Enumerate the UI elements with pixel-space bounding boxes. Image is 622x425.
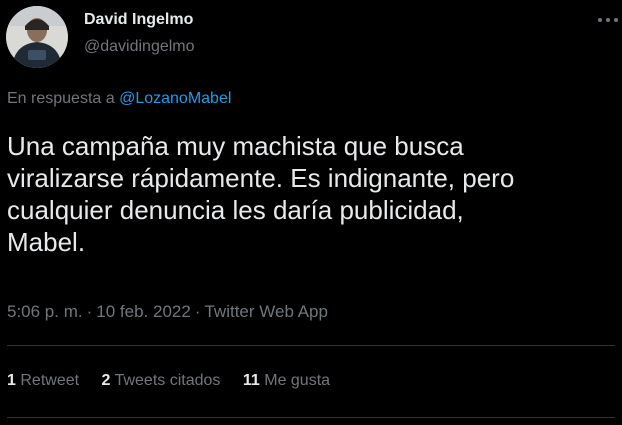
reply-mention-link[interactable]: @LozanoMabel: [119, 90, 231, 107]
likes-count: 11: [242, 372, 260, 389]
tweet-detail: David Ingelmo @davidingelmo En respuesta…: [0, 0, 622, 425]
tweet-time[interactable]: 5:06 p. m.: [7, 302, 83, 321]
quote-tweets-count: 2: [101, 372, 111, 389]
avatar-image: [6, 6, 68, 68]
quote-tweets-label: Tweets citados: [114, 372, 221, 389]
likes-stat[interactable]: 11 Me gusta: [243, 372, 330, 389]
retweets-count: 1: [7, 372, 16, 389]
reply-context: En respuesta a @LozanoMabel: [7, 90, 231, 108]
avatar[interactable]: [6, 6, 68, 68]
meta-separator: ·: [194, 302, 201, 321]
divider: [7, 345, 615, 346]
retweets-stat[interactable]: 1 Retweet: [7, 372, 79, 389]
author-display-name[interactable]: David Ingelmo: [84, 11, 193, 29]
meta-separator: ·: [86, 302, 93, 321]
tweet-meta: 5:06 p. m. · 10 feb. 2022 · Twitter Web App: [7, 302, 328, 322]
reply-prefix: En respuesta a: [7, 90, 120, 107]
divider: [7, 417, 615, 418]
quote-tweets-stat[interactable]: 2 Tweets citados: [102, 372, 221, 389]
more-options-icon[interactable]: [598, 13, 618, 27]
tweet-source[interactable]: Twitter Web App: [204, 302, 327, 321]
tweet-text: Una campaña muy machista que busca viral…: [7, 131, 515, 257]
engagement-stats: 1 Retweet 2 Tweets citados 11 Me gusta: [7, 372, 348, 390]
author-handle[interactable]: @davidingelmo: [84, 38, 195, 56]
tweet-date[interactable]: 10 feb. 2022: [96, 302, 191, 321]
retweets-label: Retweet: [20, 372, 80, 389]
likes-label: Me gusta: [264, 372, 331, 389]
